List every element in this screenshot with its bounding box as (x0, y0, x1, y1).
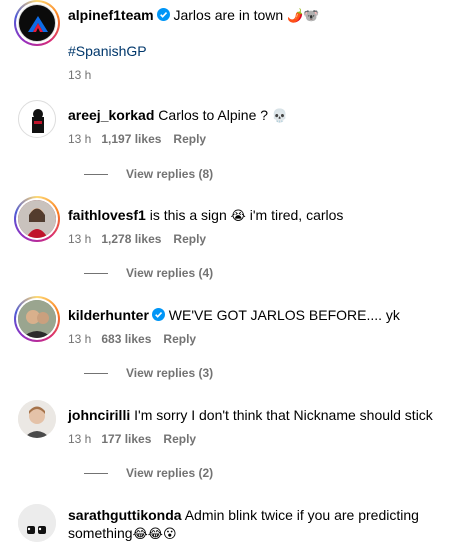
replies-divider (84, 174, 108, 176)
comment-emoji: 😂😂😮 (132, 527, 177, 542)
sarath-avatar[interactable] (18, 504, 56, 542)
person-photo-icon (18, 400, 56, 438)
reply-button[interactable]: Reply (163, 432, 196, 446)
likes-count[interactable]: 1,278 likes (101, 232, 161, 246)
comment-text: I'm sorry I don't think that Nickname sh… (134, 407, 433, 423)
comment-username[interactable]: faithlovesf1 (68, 207, 146, 223)
alpine-avatar[interactable] (18, 4, 56, 42)
skull-hand-icon (32, 109, 44, 133)
reply-button[interactable]: Reply (173, 132, 206, 146)
comment-username[interactable]: johncirilli (68, 407, 130, 423)
reply-button[interactable]: Reply (163, 332, 196, 346)
replies-divider (84, 473, 108, 475)
comment-username[interactable]: sarathguttikonda (68, 507, 182, 523)
replies-divider (84, 373, 108, 375)
comment-text: is this a sign (149, 207, 227, 223)
masks-icon (18, 504, 56, 542)
comment-time: 13 h (68, 232, 92, 246)
likes-count[interactable]: 1,197 likes (101, 132, 161, 146)
post-time: 13 h (68, 68, 92, 82)
caption-emojis: 🌶️🐨 (287, 9, 320, 24)
post-caption-text: Jarlos are in town (173, 7, 284, 23)
post-username[interactable]: alpinef1team (68, 7, 154, 23)
comment-text-line2: something (68, 525, 133, 541)
comment-emoji: 😭 (230, 209, 246, 224)
comment-username[interactable]: areej_korkad (68, 107, 154, 123)
reply-button[interactable]: Reply (173, 232, 206, 246)
areej-avatar[interactable] (18, 100, 56, 138)
john-avatar[interactable] (18, 400, 56, 438)
comment-username[interactable]: kilderhunter (68, 307, 149, 323)
likes-count[interactable]: 177 likes (101, 432, 151, 446)
comment-time: 13 h (68, 132, 92, 146)
comment-text: Admin blink twice if you are predicting (184, 507, 419, 523)
person-photo-icon (18, 200, 56, 238)
comment-emoji: 💀 (271, 109, 289, 124)
person-photo-icon (18, 300, 56, 338)
comment-time: 13 h (68, 432, 92, 446)
verified-badge-icon (151, 308, 165, 321)
view-replies-button[interactable]: View replies (3) (68, 365, 213, 381)
replies-divider (84, 273, 108, 275)
comment-text-continued: i'm tired, carlos (249, 207, 344, 223)
story-ring[interactable] (14, 0, 60, 46)
comment-text: Carlos to Alpine ? (158, 107, 269, 123)
view-replies-button[interactable]: View replies (8) (68, 166, 213, 182)
view-replies-button[interactable]: View replies (4) (68, 265, 213, 281)
hashtag-link[interactable]: #SpanishGP (68, 43, 147, 59)
kilder-avatar[interactable] (18, 300, 56, 338)
faith-avatar[interactable] (18, 200, 56, 238)
verified-badge-icon (156, 8, 170, 21)
comment-time: 13 h (68, 332, 92, 346)
comment-text: WE'VE GOT JARLOS BEFORE.... yk (168, 307, 400, 323)
view-replies-button[interactable]: View replies (2) (68, 465, 213, 481)
likes-count[interactable]: 683 likes (101, 332, 151, 346)
story-ring[interactable] (14, 296, 60, 342)
story-ring[interactable] (14, 196, 60, 242)
